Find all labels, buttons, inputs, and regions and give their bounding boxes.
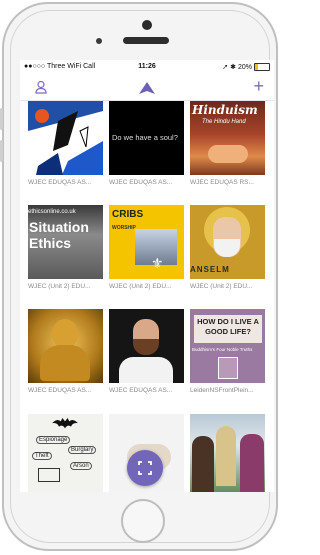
tile-caption: WJEC EDUQAS RS... <box>190 179 254 186</box>
tile-thumbnail: ethicsonline.co.uk Situation Ethics <box>28 205 103 279</box>
tile-thumbnail <box>109 309 184 383</box>
status-right: ➚ ✱ 20% <box>222 63 270 71</box>
buddha-body-image <box>40 345 90 381</box>
expand-button[interactable] <box>127 450 163 486</box>
doodle-word: Espionage <box>36 436 71 444</box>
tile-caption: WJEC (Unit 2) EDU... <box>28 283 91 290</box>
tile-thumbnail <box>28 101 103 175</box>
tile-caption: WJEC EDUQAS AS... <box>28 179 92 186</box>
tile-title: Situation Ethics <box>29 219 89 251</box>
front-camera <box>96 38 102 44</box>
tile-title: Hinduism <box>192 103 258 117</box>
bluetooth-icon: ✱ <box>230 64 236 71</box>
person-image <box>192 436 214 492</box>
tile-subtitle: The Hindu Hand <box>202 119 246 125</box>
person-image <box>216 426 236 486</box>
tile-thumbnail <box>28 309 103 383</box>
battery-percent: 20% <box>237 63 252 71</box>
front-sensor <box>142 20 152 30</box>
laptop-doodle <box>38 468 60 482</box>
add-button[interactable]: + <box>253 76 264 96</box>
nav-bar: + <box>20 74 274 101</box>
tile-caption: WJEC (Unit 2) EDU... <box>109 283 172 290</box>
tile-thumbnail: HOW DO I LIVE A GOOD LIFE? Buddhism's Fo… <box>190 309 265 383</box>
tile-thumbnail: CRIBS WORSHIP ⚜ <box>109 205 184 279</box>
tile-url: ethicsonline.co.uk <box>28 209 76 215</box>
tile-caption: LeidenNSFrontPlein... <box>190 387 254 394</box>
tile-title: HOW DO I LIVE A GOOD LIFE? <box>194 315 262 343</box>
person-image <box>240 434 264 492</box>
tile-subtitle: Buddhism's Four Noble Truths <box>192 347 253 352</box>
home-button[interactable] <box>121 499 165 543</box>
image-frame <box>218 357 238 379</box>
tile-thumbnail: ANSELM <box>190 205 265 279</box>
tile-title: Do we have a soul? <box>112 133 178 142</box>
tile-thumbnail: Espionage Theft Burglary Arson <box>28 414 103 492</box>
doodle-word: Theft <box>32 452 52 460</box>
hand-image <box>208 145 248 163</box>
doodle-word: Burglary <box>68 446 97 454</box>
fleur-de-lis-icon: ⚜ <box>151 255 164 271</box>
tile-thumbnail: Do we have a soul? <box>109 101 184 175</box>
tile-caption: WJEC EDUQAS AS... <box>28 387 92 394</box>
volume-up-button <box>0 108 3 130</box>
expand-icon <box>138 461 152 475</box>
shirt-image <box>119 357 173 383</box>
board-grid: WJEC EDUQAS AS... Do we have a soul? WJE… <box>20 101 274 492</box>
battery-icon <box>254 63 270 71</box>
doodle-word: Arson <box>70 462 92 470</box>
location-icon: ➚ <box>222 64 229 71</box>
tile-subtitle: WORSHIP <box>112 225 136 231</box>
earpiece-speaker <box>123 37 169 44</box>
status-bar: ●●○○○ Three WiFi Call 11:26 ➚ ✱ 20% <box>20 60 274 74</box>
tile-caption: WJEC (Unit 2) EDU... <box>190 283 253 290</box>
bat-icon <box>52 418 78 429</box>
battery-fill <box>255 64 258 70</box>
app-screen: ●●○○○ Three WiFi Call 11:26 ➚ ✱ 20% + WJ… <box>20 60 274 492</box>
volume-down-button <box>0 140 3 162</box>
tile-thumbnail: Hinduism The Hindu Hand <box>190 101 265 175</box>
tile-caption: WJEC EDUQAS AS... <box>109 387 173 394</box>
app-logo-icon[interactable] <box>139 82 155 94</box>
tile-caption: WJEC EDUQAS AS... <box>109 179 173 186</box>
tile-title: CRIBS <box>112 209 144 220</box>
beard-image <box>133 339 159 355</box>
person-icon[interactable] <box>34 80 48 94</box>
tile-title: ANSELM <box>190 265 230 274</box>
tile-thumbnail <box>190 414 265 492</box>
